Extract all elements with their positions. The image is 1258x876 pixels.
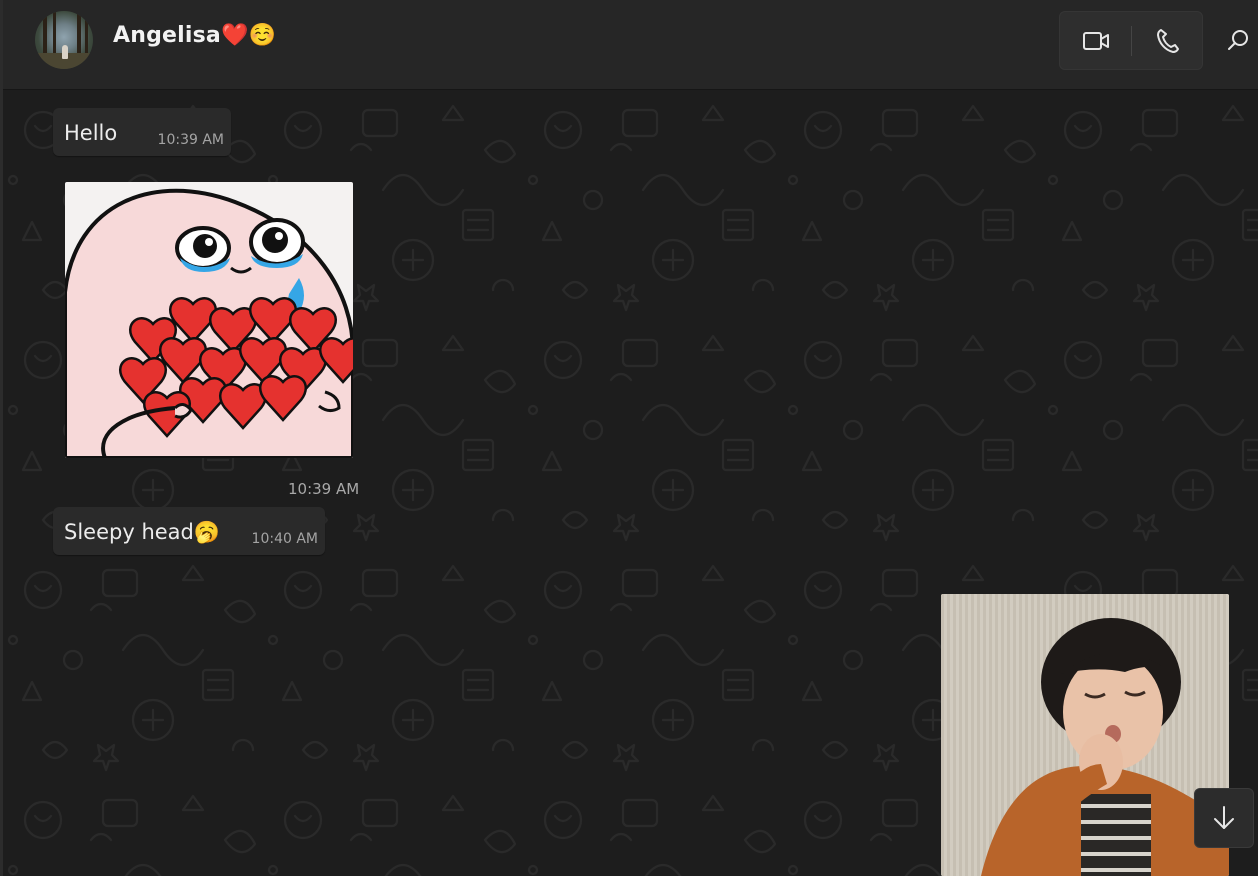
message-time: 10:39 AM: [157, 132, 224, 148]
incoming-message[interactable]: Hello 10:39 AM: [53, 108, 231, 156]
contact-name[interactable]: Angelisa❤️☺️: [113, 23, 276, 48]
message-text: Hello: [64, 121, 118, 145]
sticker-time: 10:39 AM: [288, 480, 360, 498]
search-icon: [1228, 30, 1248, 50]
message-time: 10:40 AM: [251, 531, 318, 547]
crying-blob-sticker: [65, 188, 353, 458]
avatar[interactable]: [35, 11, 93, 69]
arrow-down-icon: [1214, 806, 1234, 829]
video-call-button[interactable]: [1060, 12, 1131, 69]
image-message[interactable]: [941, 594, 1229, 876]
call-buttons: [1059, 11, 1203, 70]
scroll-to-bottom-button[interactable]: [1194, 788, 1254, 848]
baby-photo: [941, 594, 1229, 876]
message-list[interactable]: Hello 10:39 AM 10:39 AM Sleepy head🥱 10:…: [3, 90, 1258, 876]
message-text: Sleepy head🥱: [64, 520, 221, 544]
chat-window: Angelisa❤️☺️ Hello 10:39 AM 10:39 AM Sle…: [0, 0, 1258, 876]
voice-call-button[interactable]: [1132, 12, 1203, 69]
video-camera-icon: [1082, 31, 1109, 50]
phone-icon: [1156, 28, 1179, 53]
sticker-message[interactable]: [65, 182, 353, 458]
search-button[interactable]: [1221, 22, 1255, 58]
chat-header: Angelisa❤️☺️: [3, 0, 1258, 90]
incoming-message[interactable]: Sleepy head🥱 10:40 AM: [53, 507, 325, 555]
